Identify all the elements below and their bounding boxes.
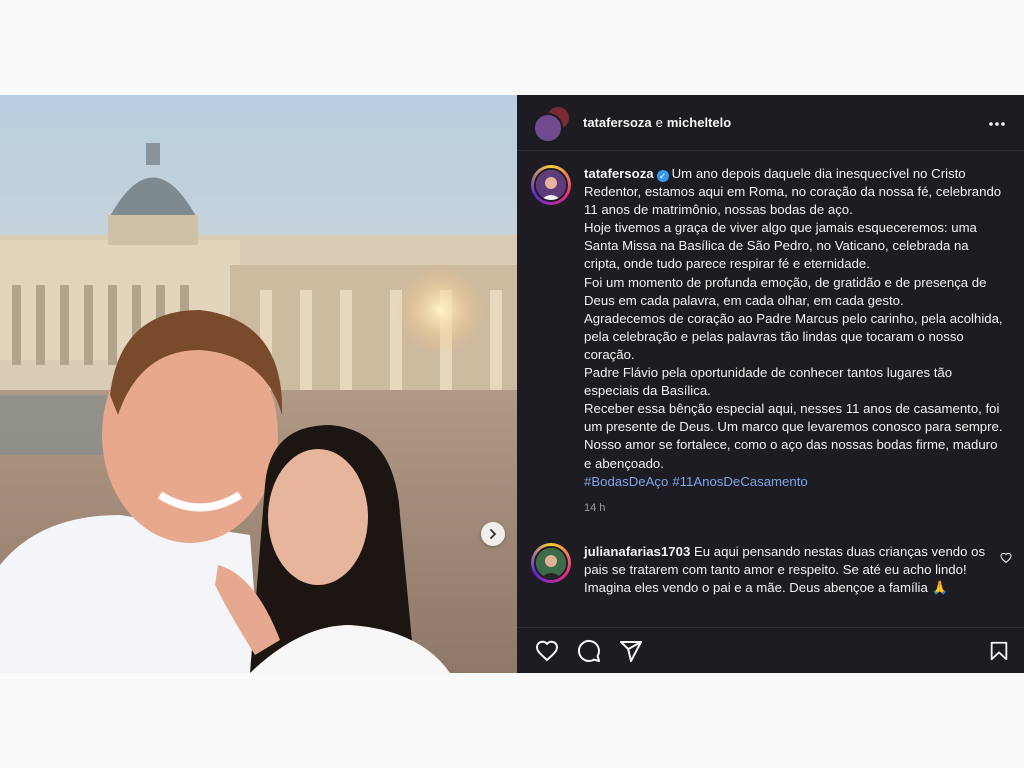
caption-avatar[interactable]: [534, 168, 568, 202]
caption-line-5: Receber essa bênção especial aqui, nesse…: [584, 401, 1003, 435]
hashtag-link[interactable]: #11AnosDeCasamento: [672, 474, 807, 489]
couple-selfie-vatican-image: [0, 95, 517, 673]
caption-line-6: Nosso amor se fortalece, como o aço das …: [584, 437, 998, 471]
caption-line-2: Foi um momento de profunda emoção, de gr…: [584, 274, 987, 308]
comment-username[interactable]: julianafarias1703: [584, 544, 690, 559]
post-header: tatafersoza e micheltelo: [517, 95, 1024, 151]
caption-line-0: tatafersoza ✓ Um ano depois daquele dia in…: [584, 166, 1002, 218]
chevron-right-icon: [490, 529, 497, 539]
next-photo-button[interactable]: [481, 522, 505, 546]
post-container: tatafersoza e micheltelo tatafersoza ✓ Um an…: [0, 95, 1024, 673]
author-connector: e: [655, 115, 663, 130]
comment-icon: [577, 639, 600, 662]
more-horizontal-icon: [989, 121, 1005, 126]
caption-line-1: Hoje tivemos a graça de viver algo que j…: [584, 220, 977, 272]
comment-avatar-ring[interactable]: [531, 542, 571, 583]
caption-block: tatafersoza ✓ Um ano depois daquele dia in…: [517, 151, 1024, 517]
caption-line-3: Agradecemos de coração ao Padre Marcus p…: [584, 310, 1003, 362]
caption-avatar-ring[interactable]: [531, 165, 571, 205]
post-timestamp[interactable]: 14 h: [584, 499, 1004, 517]
more-options-button[interactable]: [988, 114, 1006, 132]
hashtags: #BodasDeAço #11AnosDeCasamento: [584, 473, 1004, 491]
save-button[interactable]: [988, 640, 1010, 662]
action-bar: [517, 627, 1024, 673]
author-link-2[interactable]: micheltelo: [667, 115, 731, 130]
post-photo[interactable]: [0, 95, 517, 673]
verified-badge-icon: ✓: [656, 170, 669, 182]
collab-avatars[interactable]: [533, 104, 571, 143]
comment-like-button[interactable]: [1000, 551, 1012, 569]
post-details-panel: tatafersoza e micheltelo tatafersoza ✓ Um an…: [517, 95, 1024, 673]
share-button[interactable]: [619, 639, 643, 663]
bookmark-icon: [990, 641, 1008, 660]
like-button[interactable]: [535, 639, 559, 663]
heart-icon: [535, 640, 559, 661]
heart-icon: [1000, 552, 1012, 563]
comment: julianafarias1703 Eu aqui pensando nesta…: [517, 517, 1024, 597]
avatar-tatafersoza[interactable]: [533, 112, 563, 143]
caption-username[interactable]: tatafersoza: [584, 166, 654, 181]
comment-button[interactable]: [577, 639, 601, 663]
caption-line-4: Padre Flávio pela oportunidade de conhec…: [584, 365, 953, 399]
comment-text: julianafarias1703 Eu aqui pensando nesta…: [584, 543, 994, 597]
author-link-1[interactable]: tatafersoza: [583, 115, 652, 130]
hashtag-link[interactable]: #BodasDeAço: [584, 474, 668, 489]
post-authors: tatafersoza e micheltelo: [583, 115, 988, 130]
caption-text: tatafersoza ✓ Um ano depois daquele dia in…: [584, 165, 1004, 517]
send-icon: [620, 640, 642, 662]
comment-avatar[interactable]: [534, 545, 568, 580]
